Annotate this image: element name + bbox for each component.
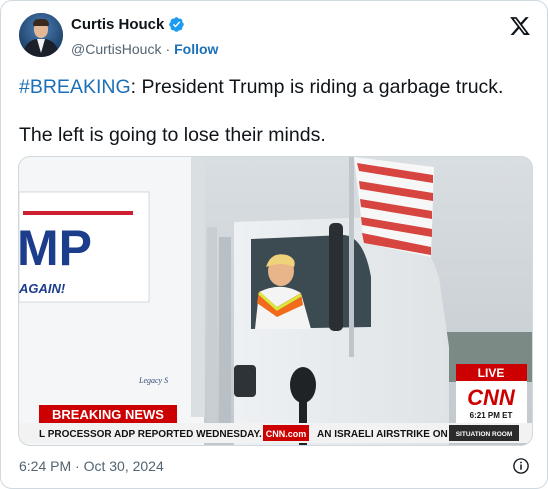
- sign-text-small: AGAIN!: [19, 281, 66, 296]
- author-name-row: Curtis Houck: [71, 16, 185, 33]
- ticker-tag: SITUATION ROOM: [456, 431, 513, 438]
- avatar[interactable]: [19, 13, 63, 57]
- truck-pipe: [191, 157, 205, 417]
- tweet-timestamp[interactable]: 6:24 PM · Oct 30, 2024: [19, 458, 164, 474]
- news-video-frame: MP AGAIN! Legacy S LIVE CNN 6:21 PM ET B…: [19, 157, 532, 445]
- live-label: LIVE: [478, 366, 505, 380]
- follow-button[interactable]: Follow: [174, 41, 218, 57]
- side-mirror: [329, 223, 343, 331]
- exhaust-pipe: [207, 227, 217, 422]
- breaking-news-label: BREAKING NEWS: [52, 407, 164, 422]
- author-handle[interactable]: @CurtisHouck: [71, 41, 161, 57]
- author-name[interactable]: Curtis Houck: [71, 16, 164, 33]
- tweet-line-1-text: : President Trump is riding a garbage tr…: [130, 76, 504, 98]
- truck-logo-text: Legacy S: [138, 376, 168, 385]
- ticker-left-text: L PROCESSOR ADP REPORTED WEDNESDAY.: [39, 429, 262, 440]
- cnn-time: 6:21 PM ET: [470, 411, 513, 420]
- separator: ·: [165, 41, 171, 57]
- x-logo-icon[interactable]: [509, 15, 531, 37]
- author-handle-row: @CurtisHouck · Follow: [71, 41, 218, 57]
- tweet-card: Curtis Houck @CurtisHouck · Follow #BREA…: [0, 0, 548, 489]
- tweet-media-image[interactable]: MP AGAIN! Legacy S LIVE CNN 6:21 PM ET B…: [18, 156, 533, 446]
- american-flag: [354, 157, 434, 257]
- ticker-cnn-logo: CNN.com: [266, 429, 307, 439]
- flag-pole: [349, 157, 354, 357]
- tweet-line-2: The left is going to lose their minds.: [19, 124, 326, 146]
- sign-text-big: MP: [19, 220, 92, 276]
- ticker-right-text: AN ISRAELI AIRSTRIKE ON A: [317, 429, 457, 440]
- door-handle: [234, 365, 256, 397]
- verified-badge-icon: [169, 17, 185, 32]
- tweet-line-1: #BREAKING: President Trump is riding a g…: [19, 75, 529, 99]
- info-icon[interactable]: [512, 457, 530, 475]
- tweet-text: #BREAKING: President Trump is riding a g…: [19, 75, 529, 147]
- hashtag-link[interactable]: #BREAKING: [19, 76, 131, 98]
- cnn-logo: CNN: [467, 385, 516, 410]
